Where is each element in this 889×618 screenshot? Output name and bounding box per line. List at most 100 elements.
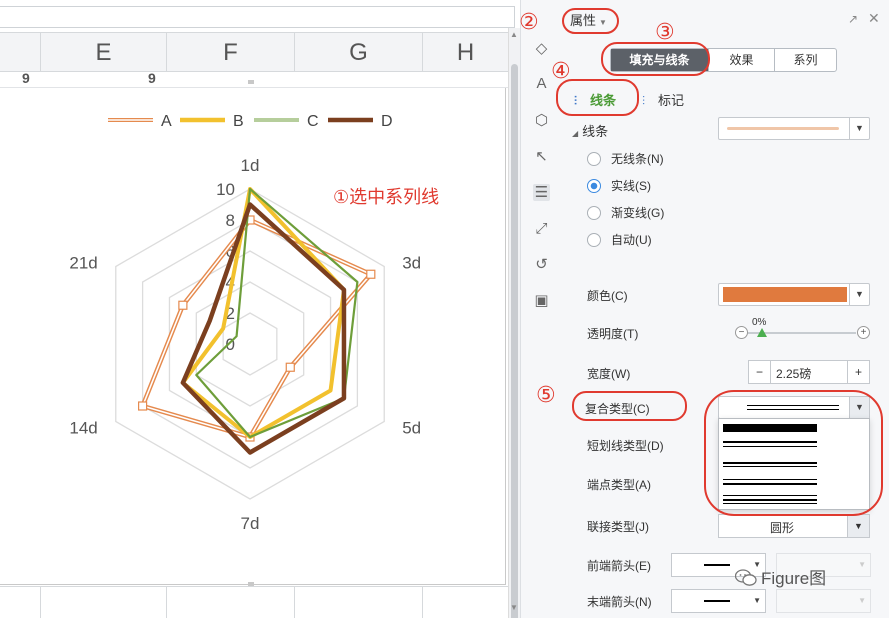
transparency-value: 0%: [752, 317, 767, 328]
chart-element-icon[interactable]: ⬡: [533, 112, 550, 129]
close-icon[interactable]: ✕: [868, 10, 880, 27]
color-label: 颜色(C): [587, 289, 628, 303]
vertical-scrollbar[interactable]: ▲ ▼: [508, 28, 520, 618]
radar-gridline: [168, 250, 332, 438]
cursor-icon[interactable]: ↖: [533, 148, 550, 165]
scroll-up-icon[interactable]: ▲: [510, 30, 518, 39]
legend-label: A: [161, 113, 172, 130]
column-header-e[interactable]: E: [40, 33, 166, 73]
width-value[interactable]: 2.25磅: [776, 365, 811, 382]
chevron-down-icon[interactable]: ▼: [849, 284, 869, 305]
radio-indicator: [587, 152, 601, 166]
radar-category-label: 1d: [241, 156, 260, 175]
line-section-label: 线条: [582, 124, 609, 139]
radar-category-label: 7d: [241, 514, 260, 533]
radar-tick-label: 8: [226, 211, 235, 230]
series-marker: [138, 401, 148, 411]
series-marker: [285, 362, 295, 372]
legend-label: C: [307, 113, 319, 130]
subtab-marker[interactable]: ⫶ 标记: [642, 90, 684, 109]
radio-indicator: [587, 233, 601, 247]
end-arrow-label: 末端箭头(N): [587, 595, 652, 609]
radio-label: 实线(S): [611, 179, 651, 193]
chevron-down-icon[interactable]: ▼: [849, 118, 869, 139]
line-section-header[interactable]: ◢ 线条: [572, 121, 608, 140]
cell-value[interactable]: 9: [22, 70, 30, 86]
chevron-down-icon: ▼: [753, 596, 761, 605]
radar-category-label: 3d: [402, 254, 421, 273]
annotation-oval-line-tab: [556, 79, 639, 116]
decrease-transparency-button[interactable]: −: [735, 326, 748, 339]
watermark-text: Figure图: [761, 569, 827, 588]
collapse-icon: ◢: [572, 129, 579, 138]
wechat-logo-icon: [735, 569, 757, 586]
radio-indicator: [587, 179, 601, 193]
radio-label: 自动(U): [611, 233, 652, 247]
column-header-h[interactable]: H: [422, 33, 508, 73]
text-style-icon[interactable]: A: [533, 75, 550, 92]
end-arrow-size-dropdown[interactable]: ▼: [776, 589, 871, 613]
formula-bar[interactable]: [0, 6, 515, 28]
radar-tick-label: 10: [216, 180, 235, 199]
line-style-dropdown[interactable]: ▼: [718, 117, 870, 140]
history-icon[interactable]: ↺: [533, 256, 550, 273]
width-decrease-button[interactable]: −: [749, 361, 771, 383]
column-header-prev[interactable]: [0, 33, 40, 73]
join-type-dropdown[interactable]: 圆形 ▼: [718, 514, 870, 538]
transform-icon[interactable]: ⤢: [533, 220, 550, 237]
cell-row[interactable]: 9 9: [0, 70, 508, 88]
select-series-annotation: ①选中系列线: [333, 187, 440, 207]
radar-category-label: 14d: [69, 419, 97, 438]
legend-label: B: [233, 113, 244, 130]
format-settings-icon[interactable]: ☰: [533, 184, 550, 201]
end-arrow-type-dropdown[interactable]: ▼: [671, 589, 766, 613]
color-picker[interactable]: ▼: [718, 283, 870, 306]
radar-category-label: 5d: [402, 419, 421, 438]
chevron-down-icon[interactable]: ▼: [847, 515, 869, 537]
radio-indicator: [587, 206, 601, 220]
cap-type-label: 端点类型(A): [587, 478, 651, 492]
annotation-oval-compound: [572, 391, 687, 421]
shape-icon[interactable]: ◇: [533, 40, 550, 57]
width-stepper[interactable]: − 2.25磅 +: [748, 360, 870, 384]
increase-transparency-button[interactable]: +: [857, 326, 870, 339]
radio-label: 无线条(N): [611, 152, 664, 166]
scroll-thumb[interactable]: [511, 64, 518, 618]
annotation-number-4: ④: [551, 59, 571, 84]
subtab-marker-label: 标记: [658, 93, 685, 108]
radar-category-label: 21d: [69, 254, 97, 273]
annotation-number-3: ③: [655, 20, 675, 45]
column-header-g[interactable]: G: [294, 33, 422, 73]
bottom-grid: [0, 586, 508, 618]
annotation-number-2: ②: [519, 10, 539, 35]
image-icon[interactable]: ▣: [533, 292, 550, 309]
watermark: Figure图: [735, 564, 826, 589]
tab-series[interactable]: 系列: [775, 49, 836, 71]
join-type-value: 圆形: [769, 521, 794, 535]
annotation-number-5: ⑤: [536, 383, 556, 408]
tab-effects[interactable]: 效果: [709, 49, 775, 71]
color-swatch: [723, 287, 847, 302]
slider-handle[interactable]: [757, 328, 767, 337]
chart-resize-handle[interactable]: [248, 80, 254, 84]
transparency-label: 透明度(T): [587, 327, 639, 341]
radio-label: 渐变线(G): [611, 206, 665, 220]
width-increase-button[interactable]: +: [847, 361, 869, 383]
chevron-down-icon: ▼: [858, 596, 866, 605]
chevron-down-icon: ▼: [858, 560, 866, 569]
scroll-down-icon[interactable]: ▼: [510, 603, 518, 612]
annotation-oval-compound-list: [704, 390, 883, 516]
chart-area[interactable]: 0 2 4 6 8 10 1d 3d 5d 7d 14d 21d A B C D: [0, 88, 506, 585]
cell-value[interactable]: 9: [148, 70, 156, 86]
dash-type-label: 短划线类型(D): [587, 439, 664, 453]
begin-arrow-label: 前端箭头(E): [587, 559, 651, 573]
line-preview: [727, 127, 839, 130]
legend-label: D: [381, 113, 393, 130]
radar-gridline: [141, 219, 359, 469]
series-marker: [366, 269, 376, 279]
radar-chart[interactable]: 02468101d3d5d7d14d21dA B C D: [0, 88, 506, 585]
join-type-label: 联接类型(J): [587, 520, 649, 534]
column-header-f[interactable]: F: [166, 33, 294, 73]
series-marker: [178, 300, 188, 310]
pin-icon[interactable]: ↗: [848, 12, 858, 26]
